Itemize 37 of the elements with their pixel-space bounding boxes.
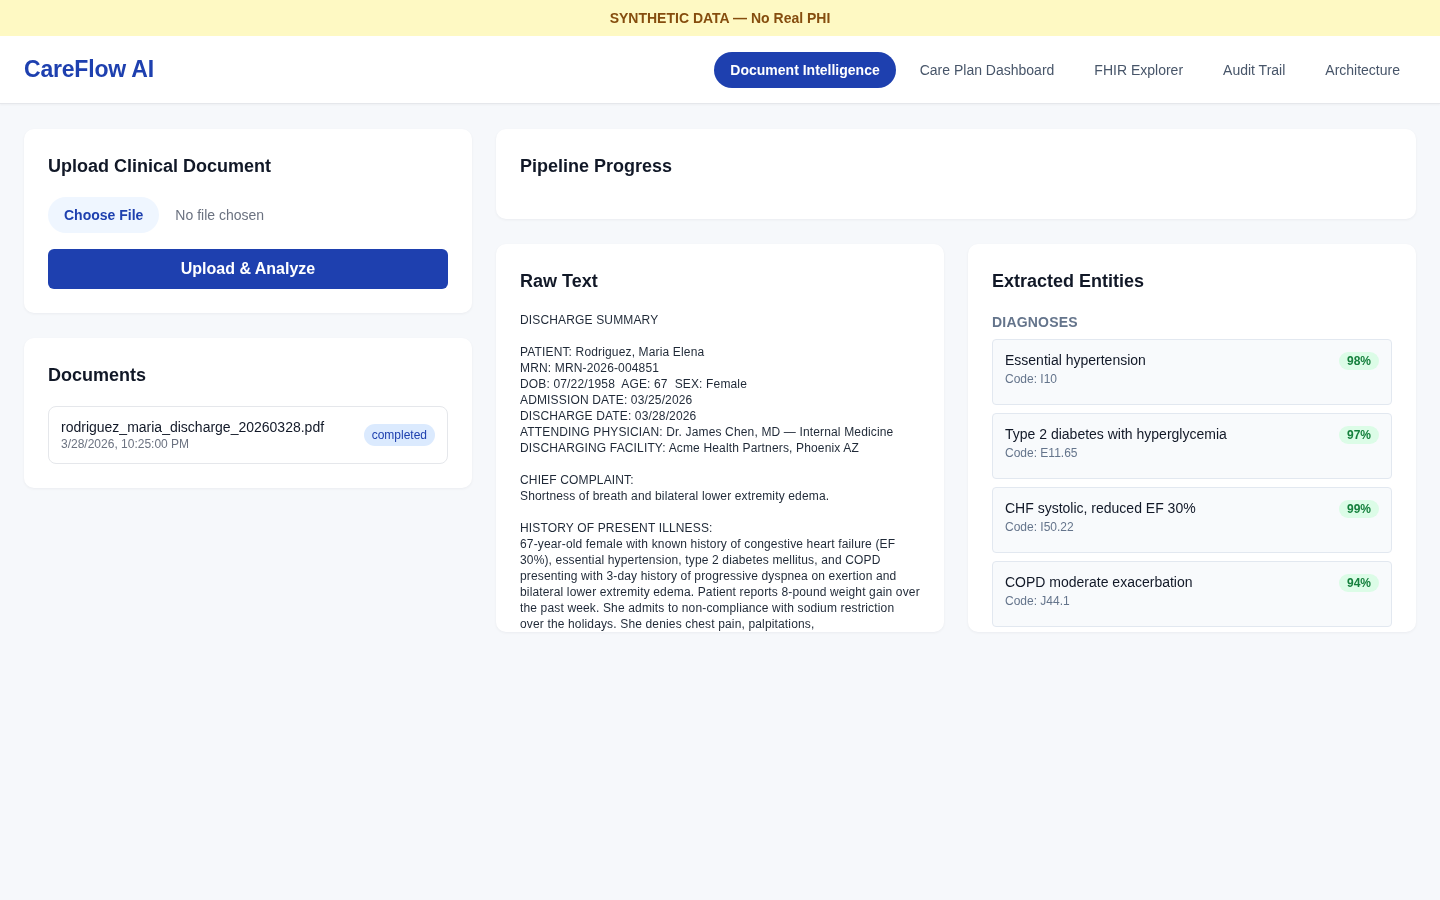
entity-name: Essential hypertension (1005, 352, 1146, 368)
document-item[interactable]: rodriguez_maria_discharge_20260328.pdf 3/28/2026, 10:25:00 PM completed (48, 406, 448, 464)
entity-code: Code: E11.65 (1005, 446, 1079, 460)
status-badge: completed (363, 424, 435, 446)
card-title: Documents (48, 364, 147, 387)
card-title: Extracted Entities (992, 270, 1146, 293)
entity-code: Code: I50.22 (1005, 520, 1075, 534)
entity-code: Code: I10 (1005, 372, 1059, 386)
synthetic-data-banner: SYNTHETIC DATA — No Real PHI (0, 0, 1440, 36)
raw-text: DISCHARGE SUMMARY PATIENT: Rodriguez, Maria Elena MRN: MRN-2026-004851 DOB: 07/22/1958 AGE: 67 SEX: Female ADMISSION DATE: 03/25/2026 DISCHARGE DATE: 03/28/2026 ATTENDING PHYSICIAN: Dr. James Chen, MD — Internal Medicine DISCHARGING FACILITY: Acme Health Partners, Phoenix AZ CHIEF COMPLAINT: Shortness of breath and bilateral lower extremity edema. HISTORY OF PRESENT ILLNESS: 67-year-old female with known history of congestive heart failure (EF 30%), essential hypertension, type 2 diabetes mellitus, and COPD presenting with 3-day history of progressive dyspnea on exertion and bilateral lower extremity edema. Patient reports 8-pound weight gain over the past week. She admits to non-compliance with sodium restriction over the holidays. She denies chest pain, palpitations, (520, 312, 920, 632)
file-status: No file chosen (175, 207, 265, 223)
nav-tab[interactable]: FHIR Explorer (1078, 51, 1200, 88)
entity-code: Code: J44.1 (1005, 594, 1071, 608)
card-title: Pipeline Progress (520, 155, 674, 178)
entity-item[interactable]: Type 2 diabetes with hyperglycemia Code: E11.65 97% (992, 413, 1392, 479)
confidence-badge: 94% (1338, 574, 1379, 592)
document-date: 3/28/2026, 10:25:00 PM (61, 437, 191, 451)
nav-tab[interactable]: Document Intelligence (714, 51, 896, 88)
entity-name: COPD moderate exacerbation (1005, 574, 1193, 590)
card-title: Raw Text (520, 270, 599, 293)
entity-name: Type 2 diabetes with hyperglycemia (1005, 426, 1227, 442)
choose-file-button[interactable]: Choose File (48, 197, 160, 233)
app-logo: CareFlow AI (24, 56, 154, 83)
document-name: rodriguez_maria_discharge_20260328.pdf (61, 419, 325, 435)
confidence-badge: 98% (1338, 352, 1379, 370)
entity-item[interactable]: COPD moderate exacerbation Code: J44.1 94% (992, 561, 1392, 627)
nav-tab[interactable]: Architecture (1309, 51, 1416, 88)
upload-analyze-button[interactable]: Upload & Analyze (48, 249, 448, 289)
card-title: Upload Clinical Document (48, 155, 273, 178)
section-label: DIAGNOSES (992, 314, 1079, 330)
nav-tab[interactable]: Care Plan Dashboard (903, 51, 1071, 88)
confidence-badge: 97% (1338, 426, 1379, 444)
nav-tab[interactable]: Audit Trail (1207, 51, 1302, 88)
entity-name: CHF systolic, reduced EF 30% (1005, 500, 1196, 516)
entity-item[interactable]: Essential hypertension Code: I10 98% (992, 339, 1392, 405)
entity-item[interactable]: CHF systolic, reduced EF 30% Code: I50.22 99% (992, 487, 1392, 553)
confidence-badge: 99% (1338, 500, 1379, 518)
